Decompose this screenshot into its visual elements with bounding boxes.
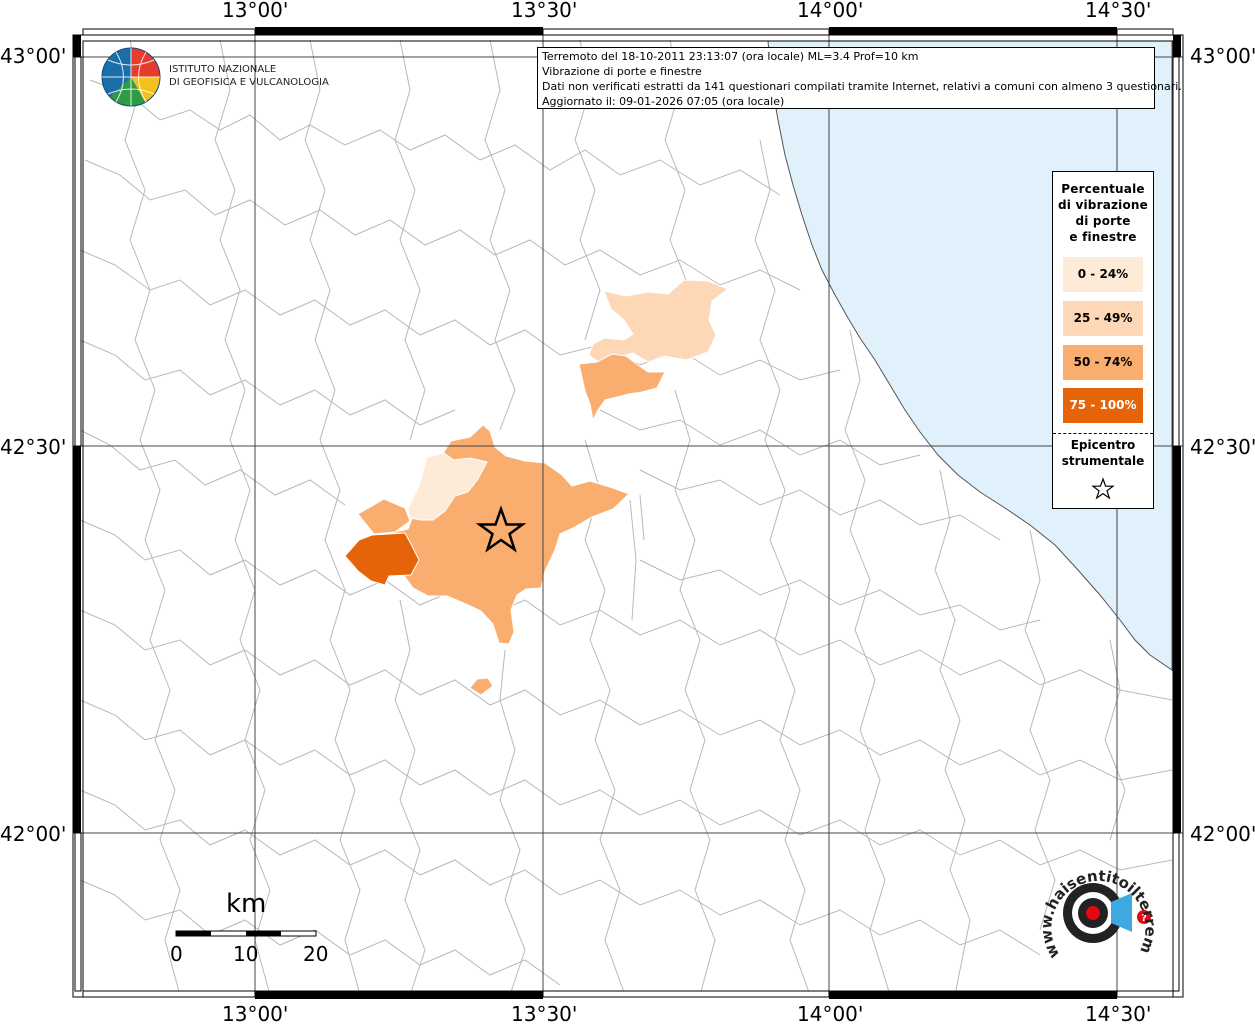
event-info-box: Terremoto del 18-10-2011 23:13:07 (ora l… (537, 47, 1182, 109)
lat-label-right: 42°30' (1190, 435, 1255, 459)
event-data-note: Dati non verificati estratti da 141 ques… (542, 80, 1182, 93)
scale-tick-0: 0 (170, 942, 183, 966)
scale-tick-10: 10 (233, 942, 259, 966)
lat-label-left: 42°30' (0, 435, 67, 459)
lon-label-bottom: 14°00' (797, 1002, 864, 1026)
legend-epicenter-line: strumentale (1061, 454, 1145, 468)
legend-star-icon (1091, 477, 1115, 500)
ingv-line-2: DI GEOFISICA E VULCANOLOGIA (169, 77, 329, 88)
lon-label-top: 13°00' (222, 0, 289, 22)
legend-item-25-49: 25 - 49% (1063, 301, 1143, 336)
legend-divider (1053, 433, 1153, 434)
lat-label-right: 43°00' (1190, 44, 1255, 68)
lon-label-top: 13°30' (511, 0, 578, 22)
legend-item-50-74: 50 - 74% (1063, 345, 1143, 380)
legend-title-line: di porte (1075, 214, 1131, 228)
scale-bar (175, 930, 317, 937)
lat-label-left: 43°00' (0, 44, 67, 68)
legend-title-line: Percentuale (1061, 182, 1145, 196)
map-page: ? www.haisentitoilterremoto.it 13°00' 13… (0, 0, 1255, 1024)
lat-label-right: 42°00' (1190, 822, 1255, 846)
scale-unit: km (226, 889, 267, 919)
lon-label-top: 14°30' (1085, 0, 1152, 22)
ingv-logo-text: ISTITUTO NAZIONALE DI GEOFISICA E VULCAN… (169, 63, 329, 89)
legend-title-line: di vibrazione (1057, 198, 1149, 212)
lon-label-top: 14°00' (797, 0, 864, 22)
legend-item-0-24: 0 - 24% (1063, 257, 1143, 292)
event-title: Terremoto del 18-10-2011 23:13:07 (ora l… (542, 50, 919, 63)
event-updated: Aggiornato il: 09-01-2026 07:05 (ora loc… (542, 95, 785, 108)
map-canvas: ? www.haisentitoilterremoto.it (0, 0, 1184, 999)
lon-label-bottom: 14°30' (1085, 1002, 1152, 1026)
legend-epicenter-line: Epicentro (1070, 438, 1136, 452)
lon-label-bottom: 13°30' (511, 1002, 578, 1026)
legend-title: Percentuale di vibrazione di porte e fin… (1053, 181, 1153, 245)
lat-label-left: 42°00' (0, 822, 67, 846)
lon-label-bottom: 13°00' (222, 1002, 289, 1026)
legend: Percentuale di vibrazione di porte e fin… (1052, 171, 1154, 509)
ingv-line-1: ISTITUTO NAZIONALE (169, 64, 277, 75)
legend-item-75-100: 75 - 100% (1063, 388, 1143, 423)
event-subtitle: Vibrazione di porte e finestre (542, 65, 702, 78)
ingv-globe-logo-icon (101, 47, 161, 107)
scale-tick-20: 20 (303, 942, 329, 966)
legend-title-line: e finestre (1069, 230, 1137, 244)
legend-epicenter-label: Epicentro strumentale (1053, 437, 1153, 469)
